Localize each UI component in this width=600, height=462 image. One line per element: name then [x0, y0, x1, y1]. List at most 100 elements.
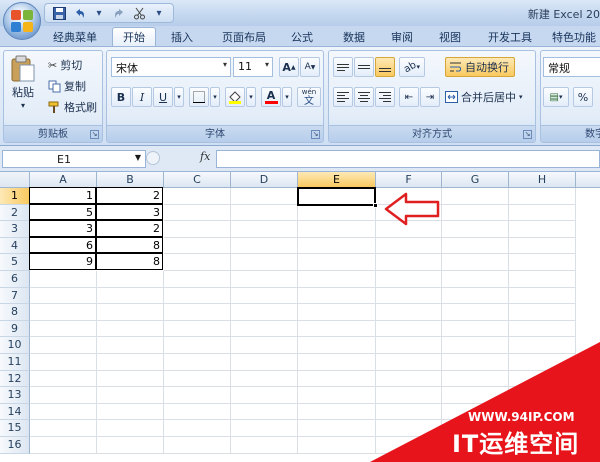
cell-g3[interactable]: [442, 221, 509, 238]
cell-h6[interactable]: [509, 271, 576, 288]
borders-dropdown-icon[interactable]: ▾: [210, 87, 220, 107]
cell-g8[interactable]: [442, 304, 509, 321]
font-name-select[interactable]: 宋体 ▾: [111, 57, 231, 77]
undo-icon[interactable]: [71, 5, 87, 21]
cell-c9[interactable]: [164, 320, 231, 338]
cell-b1[interactable]: 2: [96, 187, 163, 204]
cell-b9[interactable]: [97, 320, 164, 338]
cell-a13[interactable]: [30, 387, 97, 404]
row-header-12[interactable]: 12: [0, 370, 30, 388]
cell-f5[interactable]: [376, 254, 442, 271]
cell-a5[interactable]: 9: [29, 253, 96, 270]
row-header-3[interactable]: 3: [0, 221, 30, 238]
cell-c15[interactable]: [164, 420, 231, 437]
cell-c5[interactable]: [164, 254, 231, 271]
clipboard-launcher-icon[interactable]: ↘: [90, 130, 99, 139]
cell-b4[interactable]: 8: [96, 236, 163, 254]
cell-d13[interactable]: [231, 387, 298, 404]
cell-d10[interactable]: [231, 337, 298, 354]
column-header-a[interactable]: A: [30, 172, 97, 188]
cell-h2[interactable]: [509, 204, 576, 222]
cell-c11[interactable]: [164, 354, 231, 371]
cell-b12[interactable]: [97, 370, 164, 388]
cell-h9[interactable]: [509, 320, 576, 338]
cell-c7[interactable]: [164, 287, 231, 305]
cell-a12[interactable]: [30, 370, 97, 388]
fill-color-button[interactable]: [225, 87, 245, 107]
align-right-button[interactable]: [375, 87, 395, 107]
row-header-2[interactable]: 2: [0, 204, 30, 222]
cell-e6[interactable]: [298, 271, 376, 288]
orientation-button[interactable]: ab ▾: [399, 57, 425, 77]
redo-icon[interactable]: [111, 5, 127, 21]
cell-b8[interactable]: [97, 304, 164, 321]
cell-d16[interactable]: [231, 437, 298, 454]
grow-font-button[interactable]: A ▲: [279, 57, 299, 77]
cell-d6[interactable]: [231, 271, 298, 288]
name-box[interactable]: E1 ▼: [2, 150, 146, 168]
row-header-4[interactable]: 4: [0, 237, 30, 255]
row-header-16[interactable]: 16: [0, 437, 30, 454]
cell-c12[interactable]: [164, 370, 231, 388]
fill-handle[interactable]: [373, 202, 378, 208]
cell-h5[interactable]: [509, 254, 576, 271]
column-header-e[interactable]: E: [298, 172, 376, 188]
column-header-partial[interactable]: [576, 172, 600, 188]
cell-d9[interactable]: [231, 320, 298, 338]
select-all-button[interactable]: [0, 172, 30, 188]
decrease-indent-button[interactable]: ⇤: [399, 87, 419, 107]
cell-e10[interactable]: [298, 337, 376, 354]
column-header-c[interactable]: C: [164, 172, 231, 188]
cell-c6[interactable]: [164, 271, 231, 288]
cell-a1[interactable]: 1: [29, 187, 96, 204]
formula-bar-resize-icon[interactable]: [146, 151, 160, 165]
cell-b7[interactable]: [97, 287, 164, 305]
cell-f6[interactable]: [376, 271, 442, 288]
cell-e2[interactable]: [298, 204, 376, 222]
font-size-select[interactable]: 11 ▾: [233, 57, 273, 77]
cell-a2[interactable]: 5: [29, 203, 96, 221]
format-painter-button[interactable]: 格式刷: [48, 99, 97, 115]
align-top-button[interactable]: [333, 57, 353, 77]
tab-formulas[interactable]: 公式: [282, 27, 322, 46]
row-header-11[interactable]: 11: [0, 354, 30, 371]
formula-input[interactable]: [216, 150, 600, 168]
row-header-13[interactable]: 13: [0, 387, 30, 404]
wrap-text-button[interactable]: 自动换行: [445, 57, 515, 77]
currency-button[interactable]: ▤ ▾: [543, 87, 569, 107]
cell-c8[interactable]: [164, 304, 231, 321]
borders-button[interactable]: [189, 87, 209, 107]
cell-a3[interactable]: 3: [29, 220, 96, 237]
column-header-g[interactable]: G: [442, 172, 509, 188]
cell-a15[interactable]: [30, 420, 97, 437]
tab-special[interactable]: 特色功能: [552, 27, 600, 46]
shrink-font-button[interactable]: A ▼: [300, 57, 320, 77]
alignment-launcher-icon[interactable]: ↘: [523, 130, 532, 139]
cell-b14[interactable]: [97, 403, 164, 421]
cell-g4[interactable]: [442, 237, 509, 255]
cell-d3[interactable]: [231, 221, 298, 238]
cell-a6[interactable]: [30, 271, 97, 288]
cell-c2[interactable]: [164, 204, 231, 222]
row-header-7[interactable]: 7: [0, 287, 30, 305]
cell-f7[interactable]: [376, 287, 442, 305]
cell-a4[interactable]: 6: [29, 236, 96, 254]
cell-h4[interactable]: [509, 237, 576, 255]
cell-e14[interactable]: [298, 403, 376, 421]
tab-view[interactable]: 视图: [430, 27, 470, 46]
cell-e12[interactable]: [298, 370, 376, 388]
cell-c4[interactable]: [164, 237, 231, 255]
row-header-6[interactable]: 6: [0, 271, 30, 288]
row-header-5[interactable]: 5: [0, 254, 30, 271]
percent-button[interactable]: %: [573, 87, 593, 107]
phonetic-button[interactable]: wén 文: [297, 87, 321, 107]
cell-d8[interactable]: [231, 304, 298, 321]
merge-center-button[interactable]: 合并后居中 ▾: [445, 89, 523, 105]
cell-c10[interactable]: [164, 337, 231, 354]
undo-dropdown-icon[interactable]: ▾: [91, 5, 107, 21]
cell-d5[interactable]: [231, 254, 298, 271]
cell-g2[interactable]: [442, 204, 509, 222]
cell-c1[interactable]: [164, 188, 231, 205]
cell-g1[interactable]: [442, 188, 509, 205]
cell-d4[interactable]: [231, 237, 298, 255]
